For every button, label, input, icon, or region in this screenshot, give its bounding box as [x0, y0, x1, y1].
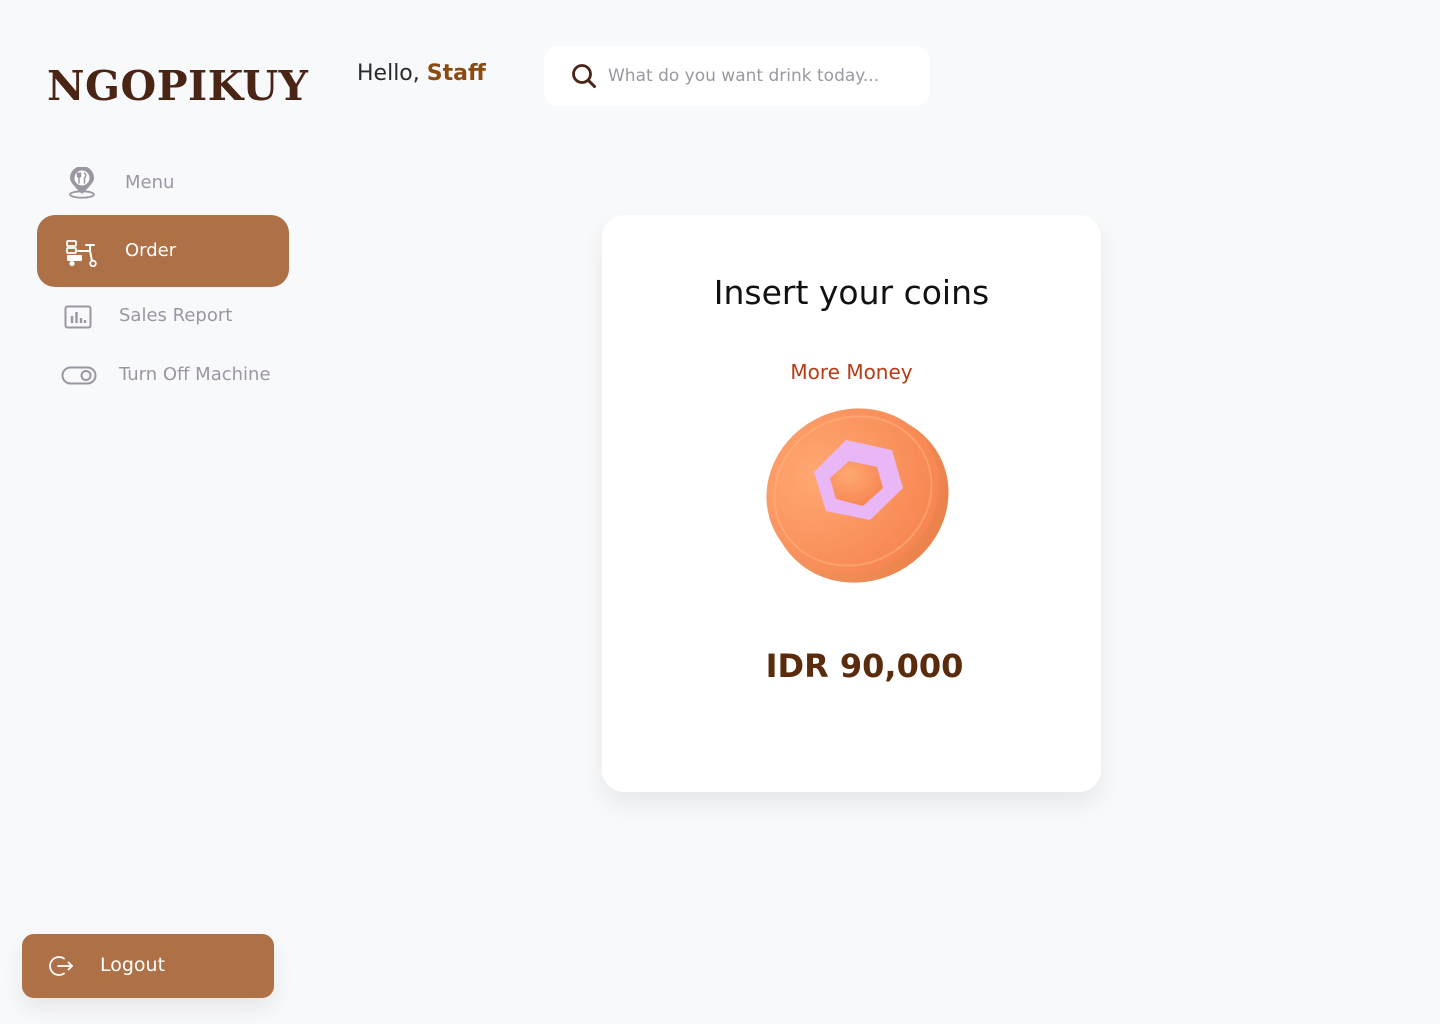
balance-amount: IDR 90,000	[765, 647, 964, 685]
logout-label: Logout	[100, 954, 166, 976]
sidebar-item-label: Sales Report	[119, 305, 233, 326]
sidebar-item-label: Turn Off Machine	[119, 364, 271, 385]
sidebar-item-menu[interactable]: Menu	[37, 147, 289, 219]
sidebar-item-order[interactable]: Order	[37, 215, 289, 287]
delivery-cart-icon	[66, 239, 98, 267]
food-location-icon	[67, 167, 97, 199]
more-money-link[interactable]: More Money	[602, 360, 1101, 384]
coin-icon	[766, 408, 949, 583]
greeting-prefix: Hello,	[357, 61, 427, 86]
sidebar-item-label: Order	[125, 240, 177, 261]
search-bar[interactable]	[544, 46, 930, 106]
coin-insert-card: Insert your coins More Money IDR 90,000	[602, 215, 1101, 792]
app-root: NGOPIKUY Hello, Staff Menu	[0, 0, 1440, 1024]
greeting-name: Staff	[426, 61, 486, 86]
sidebar-item-turn-off-machine[interactable]: Turn Off Machine	[37, 340, 289, 412]
logout-icon	[49, 954, 75, 982]
search-icon	[572, 64, 596, 88]
brand-logo: NGOPIKUY	[47, 62, 309, 110]
toggle-icon	[61, 366, 97, 386]
search-input[interactable]	[608, 66, 908, 86]
logout-button[interactable]: Logout	[22, 934, 274, 998]
sidebar-item-label: Menu	[125, 172, 175, 193]
bar-chart-icon	[64, 305, 92, 329]
card-title: Insert your coins	[713, 273, 990, 312]
greeting: Hello, Staff	[357, 61, 486, 86]
